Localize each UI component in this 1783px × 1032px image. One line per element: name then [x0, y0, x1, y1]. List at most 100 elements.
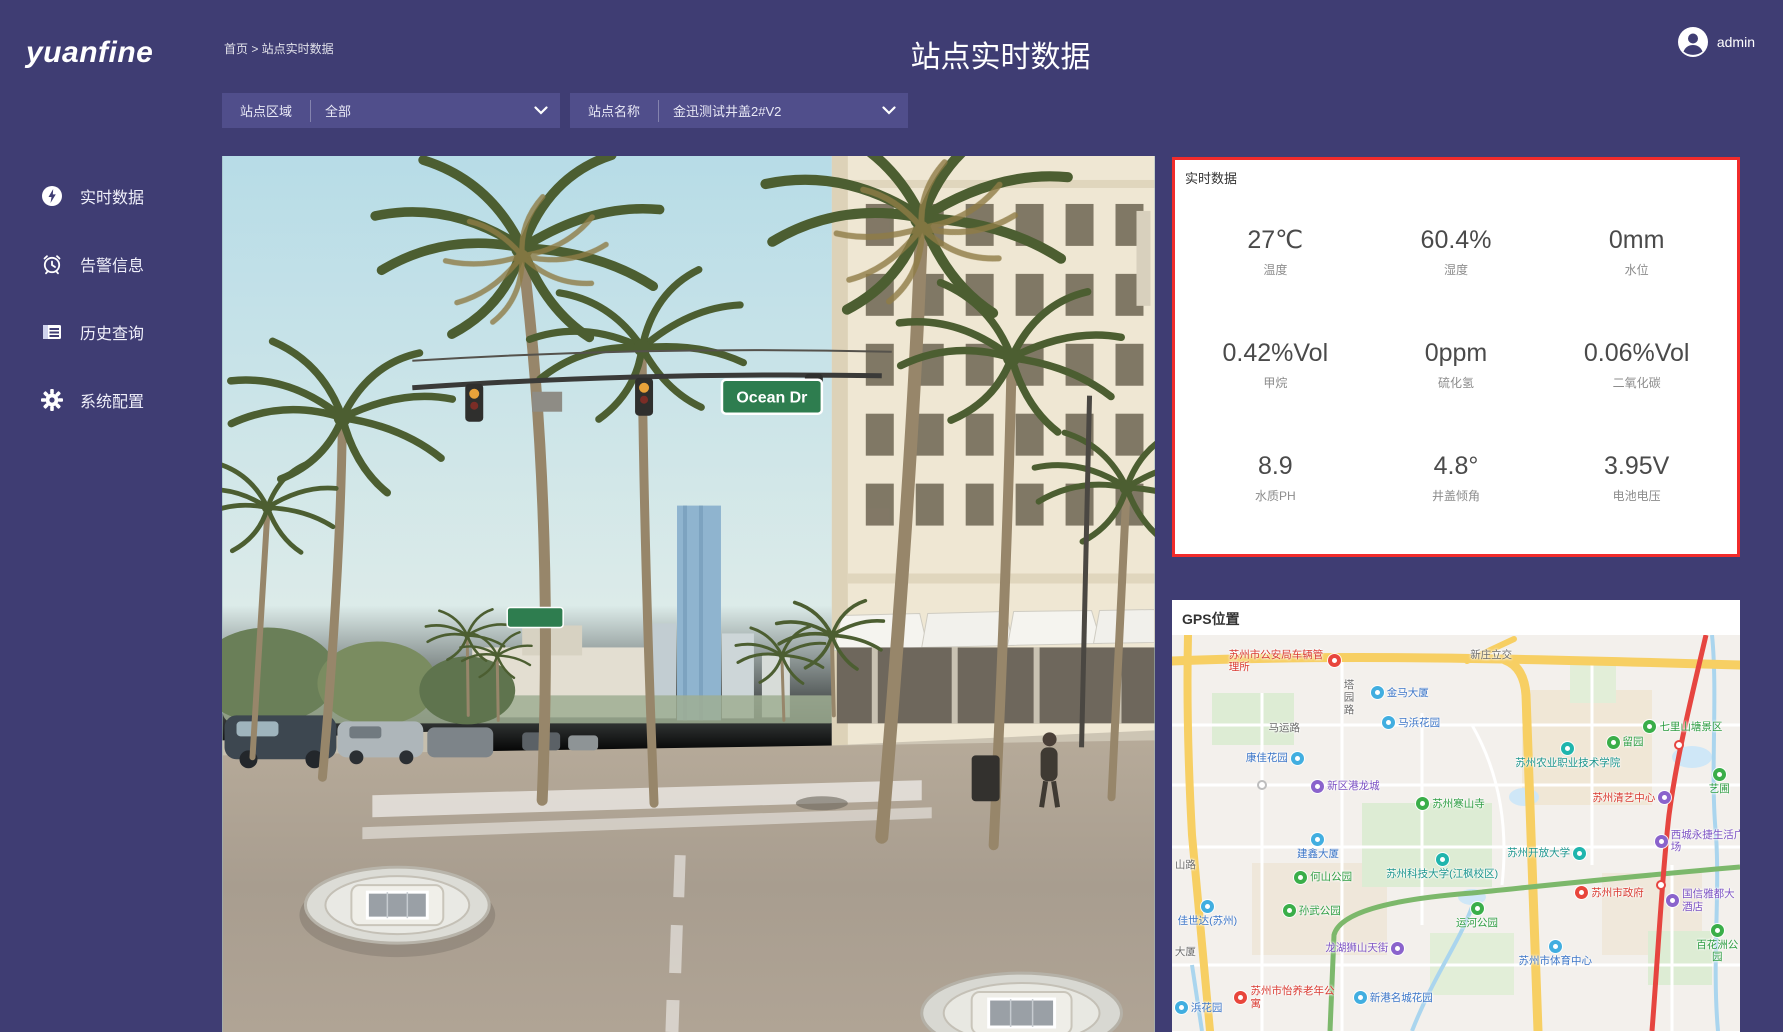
realtime-gauge-icon	[40, 184, 64, 208]
site-filter-dropdown[interactable]: 站点名称 金迅测试井盖2#V2	[570, 93, 908, 128]
metric-battery: 3.95V 电池电压	[1546, 422, 1727, 535]
map-poi-label: 金马大厦	[1387, 687, 1429, 699]
map-poi-label: 孙武公园	[1299, 905, 1341, 917]
map-poi: 苏州市怡养老年公寓	[1234, 985, 1342, 1009]
map-poi-label: 何山公园	[1310, 871, 1352, 883]
map-poi-label: 国信雅都大酒店	[1682, 888, 1740, 912]
sidebar-item-history-query[interactable]: 历史查询	[0, 298, 218, 366]
map-poi-label: 建鑫大厦	[1297, 848, 1339, 860]
sidebar: yuanfine 实时数据 告警信息	[0, 0, 218, 1032]
map-poi: 大厦	[1175, 946, 1196, 958]
map-poi-label: 大厦	[1175, 946, 1196, 958]
map-poi: 西城永捷生活广场	[1655, 829, 1740, 853]
map-poi-icon	[1311, 780, 1324, 793]
map-poi-icon	[1311, 833, 1324, 846]
map-poi-icon	[1607, 736, 1620, 749]
map-poi-icon	[1561, 742, 1574, 755]
map-poi-label: 百花洲公园	[1695, 939, 1740, 963]
sidebar-item-label: 历史查询	[80, 320, 144, 344]
user-menu[interactable]: admin	[1677, 26, 1755, 58]
map-poi-label: 新港名城花园	[1370, 992, 1433, 1004]
map-poi-icon	[1175, 1001, 1188, 1014]
sidebar-menu: 实时数据 告警信息 历史查询	[0, 162, 218, 434]
metric-tilt: 4.8° 井盖倾角	[1366, 422, 1547, 535]
map-poi-label: 塔园路	[1342, 679, 1354, 717]
map-poi: 国信雅都大酒店	[1666, 888, 1740, 912]
map-poi-label: 运河公园	[1456, 917, 1498, 929]
manhole-cover-1	[299, 867, 495, 957]
metric-value: 0.06%Vol	[1584, 339, 1690, 368]
map-poi: 何山公园	[1294, 871, 1352, 884]
metric-label: 水位	[1625, 261, 1649, 278]
map-poi: 苏州市体育中心	[1518, 940, 1592, 967]
chevron-down-icon	[534, 106, 548, 115]
page: yuanfine 实时数据 告警信息	[0, 0, 1783, 1032]
metric-value: 4.8°	[1434, 452, 1479, 481]
map-poi-label: 苏州寒山寺	[1432, 798, 1485, 810]
map-poi: 百花洲公园	[1695, 924, 1740, 963]
metric-ph: 8.9 水质PH	[1185, 422, 1366, 535]
map-poi: 新港名城花园	[1354, 991, 1433, 1004]
map-poi-label: 新庄立交	[1470, 649, 1512, 661]
map-poi-label: 山路	[1175, 859, 1196, 871]
map-poi: 苏州寒山寺	[1416, 797, 1485, 810]
history-list-icon	[40, 320, 64, 344]
sidebar-item-realtime-data[interactable]: 实时数据	[0, 162, 218, 230]
map-poi-label: 新区港龙城	[1327, 780, 1380, 792]
map-poi-label: 苏州科技大学(江枫校区)	[1382, 868, 1502, 880]
sidebar-item-alarm-info[interactable]: 告警信息	[0, 230, 218, 298]
map-poi: 山路	[1175, 859, 1196, 871]
map-poi-icon	[1436, 853, 1449, 866]
map-poi: 新庄立交	[1470, 649, 1512, 661]
filter-bar: 站点区域 全部 站点名称 金迅测试井盖2#V2	[222, 93, 908, 128]
map-poi-icon	[1283, 904, 1296, 917]
map-poi: 苏州开放大学	[1507, 847, 1586, 860]
sidebar-item-label: 系统配置	[80, 388, 144, 412]
region-filter-dropdown[interactable]: 站点区域 全部	[222, 93, 560, 128]
street-photo-illustration: Ocean Dr	[222, 156, 1155, 1032]
map-poi-label: 浜花园	[1191, 1002, 1223, 1014]
map-poi-icon	[1291, 752, 1304, 765]
metric-humidity: 60.4% 湿度	[1366, 195, 1547, 308]
map-poi-icon	[1658, 791, 1671, 804]
metric-value: 0ppm	[1425, 339, 1488, 368]
map-poi: 苏州市政府	[1575, 886, 1644, 899]
map-poi-label: 苏州市公安局车辆管理所	[1229, 649, 1325, 673]
map-poi-icon	[1711, 924, 1724, 937]
map-poi-label: 佳世达(苏州)	[1178, 915, 1238, 927]
gear-icon	[40, 388, 64, 412]
map-poi: 七里山塘景区	[1643, 720, 1722, 733]
map-poi-label: 西城永捷生活广场	[1671, 829, 1740, 853]
metrics-grid: 27℃ 温度 60.4% 湿度 0mm 水位 0.42%Vol 甲烷 0ppm …	[1175, 195, 1737, 535]
metric-h2s: 0ppm 硫化氢	[1366, 308, 1547, 421]
metric-co2: 0.06%Vol 二氧化碳	[1546, 308, 1727, 421]
map-poi-icon	[1575, 886, 1588, 899]
map-poi-icon	[1471, 902, 1484, 915]
map-poi: 塔园路	[1342, 679, 1354, 717]
map-poi: 佳世达(苏州)	[1178, 900, 1238, 927]
metric-label: 硫化氢	[1438, 374, 1474, 391]
map-poi-icon	[1328, 654, 1341, 667]
site-filter-value: 金迅测试井盖2#V2	[659, 101, 795, 120]
map-poi: 新区港龙城	[1311, 780, 1380, 793]
metric-value: 60.4%	[1421, 226, 1492, 255]
map-poi-icon	[1655, 835, 1668, 848]
map-poi-label: 康佳花园	[1246, 752, 1288, 764]
metric-label: 水质PH	[1255, 487, 1296, 504]
metric-label: 温度	[1263, 261, 1287, 278]
map-poi: 马运路	[1269, 722, 1301, 734]
map-poi-label: 艺圃	[1709, 783, 1730, 795]
gps-map[interactable]: 苏州市公安局车辆管理所金马大厦马浜花园康佳花园新区港龙城苏州寒山寺苏州农业职业技…	[1172, 635, 1740, 1031]
metric-methane: 0.42%Vol 甲烷	[1185, 308, 1366, 421]
map-poi-label: 苏州市政府	[1591, 887, 1644, 899]
map-poi-icon	[1713, 768, 1726, 781]
metric-temperature: 27℃ 温度	[1185, 195, 1366, 308]
metric-label: 井盖倾角	[1432, 487, 1480, 504]
metric-label: 甲烷	[1263, 374, 1287, 391]
map-poi: 龙湖狮山天街	[1325, 942, 1404, 955]
map-poi-icon	[1382, 716, 1395, 729]
site-photo: Ocean Dr	[222, 156, 1155, 1032]
sidebar-item-system-config[interactable]: 系统配置	[0, 366, 218, 434]
map-poi-icon	[1391, 942, 1404, 955]
page-title: 站点实时数据	[218, 32, 1783, 76]
